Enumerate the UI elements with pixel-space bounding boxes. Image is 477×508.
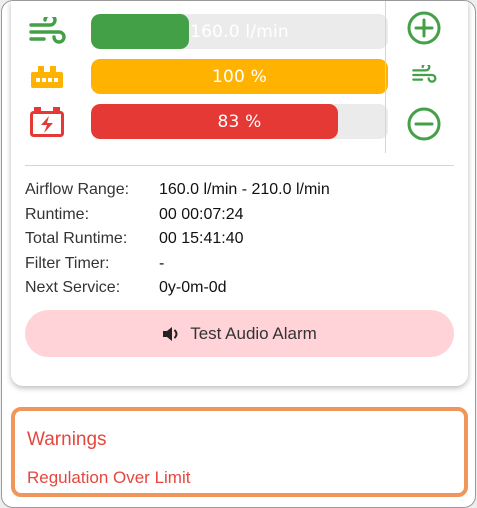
status-card: 160.0 l/min 100 % 83 % Airflow Range: 16… [11,1,468,386]
battery-bar: 83 % [91,104,388,139]
airflow-mode-button[interactable] [411,65,437,85]
info-value: 160.0 l/min - 210.0 l/min [159,181,330,199]
warnings-title: Warnings [27,429,107,450]
warnings-card: Warnings Regulation Over Limit [11,407,468,497]
battery-icon [25,104,69,139]
info-value: 00 00:07:24 [159,205,244,223]
airflow-bar: 160.0 l/min [91,14,388,49]
info-label: Airflow Range: [25,181,130,199]
info-value: 0y-0m-0d [159,279,227,297]
info-row-runtime: Runtime: 00 00:07:24 [25,203,330,228]
airflow-icon [412,65,437,83]
info-label: Total Runtime: [25,230,128,248]
increase-airflow-button[interactable] [407,11,441,45]
device-panel: 160.0 l/min 100 % 83 % Airflow Range: 16… [1,0,476,508]
filter-icon [25,59,69,94]
warning-item: Regulation Over Limit [27,468,191,487]
battery-row: 83 % [25,104,388,139]
section-divider [25,165,454,166]
speaker-icon [163,326,178,341]
plus-circle-icon [407,11,441,45]
device-info: Airflow Range: 160.0 l/min - 210.0 l/min… [25,178,330,301]
battery-value: 83 % [217,111,262,132]
decrease-airflow-button[interactable] [407,107,441,141]
filter-bar: 100 % [91,59,388,94]
info-row-filter-timer: Filter Timer: - [25,252,330,277]
info-row-airflow-range: Airflow Range: 160.0 l/min - 210.0 l/min [25,178,330,203]
info-label: Runtime: [25,205,90,223]
controls-divider [385,1,386,153]
info-label: Next Service: [25,279,121,297]
airflow-row: 160.0 l/min [25,14,388,49]
test-audio-alarm-label: Test Audio Alarm [190,323,317,343]
minus-circle-icon [407,107,441,141]
airflow-icon [25,14,69,49]
info-label: Filter Timer: [25,254,110,272]
filter-row: 100 % [25,59,388,94]
filter-value: 100 % [211,66,267,87]
airflow-value: 160.0 l/min [190,21,289,42]
test-audio-alarm-button[interactable]: Test Audio Alarm [25,310,454,357]
info-value: 00 15:41:40 [159,230,244,248]
info-value: - [159,254,165,272]
info-row-total-runtime: Total Runtime: 00 15:41:40 [25,227,330,252]
info-row-next-service: Next Service: 0y-0m-0d [25,276,330,301]
